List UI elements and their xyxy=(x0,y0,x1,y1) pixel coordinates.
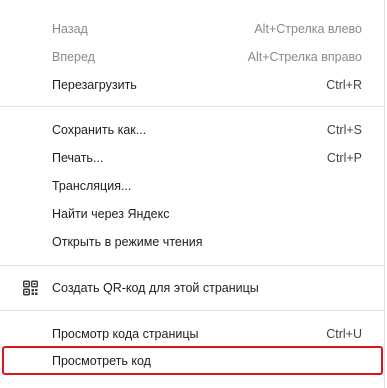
qr-code-icon xyxy=(23,280,38,296)
menu-item-shortcut: Ctrl+R xyxy=(326,78,362,92)
menu-item-label: Трансляция... xyxy=(52,179,132,193)
menu-item-back[interactable]: Назад Alt+Стрелка влево xyxy=(0,15,384,43)
menu-item-label: Найти через Яндекс xyxy=(52,207,170,221)
menu-item-shortcut: Ctrl+U xyxy=(326,327,362,341)
menu-item-reload[interactable]: Перезагрузить Ctrl+R xyxy=(0,71,384,99)
menu-item-label: Создать QR-код для этой страницы xyxy=(52,281,259,295)
menu-separator xyxy=(0,106,384,107)
menu-item-label: Печать... xyxy=(52,151,104,165)
menu-item-create-qr[interactable]: Создать QR-код для этой страницы xyxy=(0,274,384,302)
menu-item-shortcut: Ctrl+S xyxy=(326,123,362,137)
menu-item-label: Вперед xyxy=(52,50,95,64)
menu-item-save-as[interactable]: Сохранить как... Ctrl+S xyxy=(0,116,384,144)
menu-item-label: Просмотр кода страницы xyxy=(52,327,199,341)
menu-item-label: Сохранить как... xyxy=(52,123,147,137)
menu-item-cast[interactable]: Трансляция... xyxy=(0,172,384,200)
menu-separator xyxy=(0,310,384,311)
menu-item-inspect[interactable]: Просмотреть код xyxy=(0,347,384,375)
menu-item-reader-mode[interactable]: Открыть в режиме чтения xyxy=(0,228,384,256)
menu-item-label: Просмотреть код xyxy=(52,354,151,368)
menu-item-label: Открыть в режиме чтения xyxy=(52,235,203,249)
menu-item-shortcut: Alt+Стрелка вправо xyxy=(247,50,362,64)
menu-item-forward[interactable]: Вперед Alt+Стрелка вправо xyxy=(0,43,384,71)
menu-item-label: Назад xyxy=(52,22,88,36)
context-menu: Назад Alt+Стрелка влево Вперед Alt+Стрел… xyxy=(0,0,385,388)
menu-item-search-yandex[interactable]: Найти через Яндекс xyxy=(0,200,384,228)
menu-separator xyxy=(0,265,384,266)
menu-item-label: Перезагрузить xyxy=(52,78,137,92)
menu-item-view-source[interactable]: Просмотр кода страницы Ctrl+U xyxy=(0,320,384,348)
menu-item-shortcut: Alt+Стрелка влево xyxy=(254,22,362,36)
menu-item-shortcut: Ctrl+P xyxy=(326,151,362,165)
menu-item-print[interactable]: Печать... Ctrl+P xyxy=(0,144,384,172)
